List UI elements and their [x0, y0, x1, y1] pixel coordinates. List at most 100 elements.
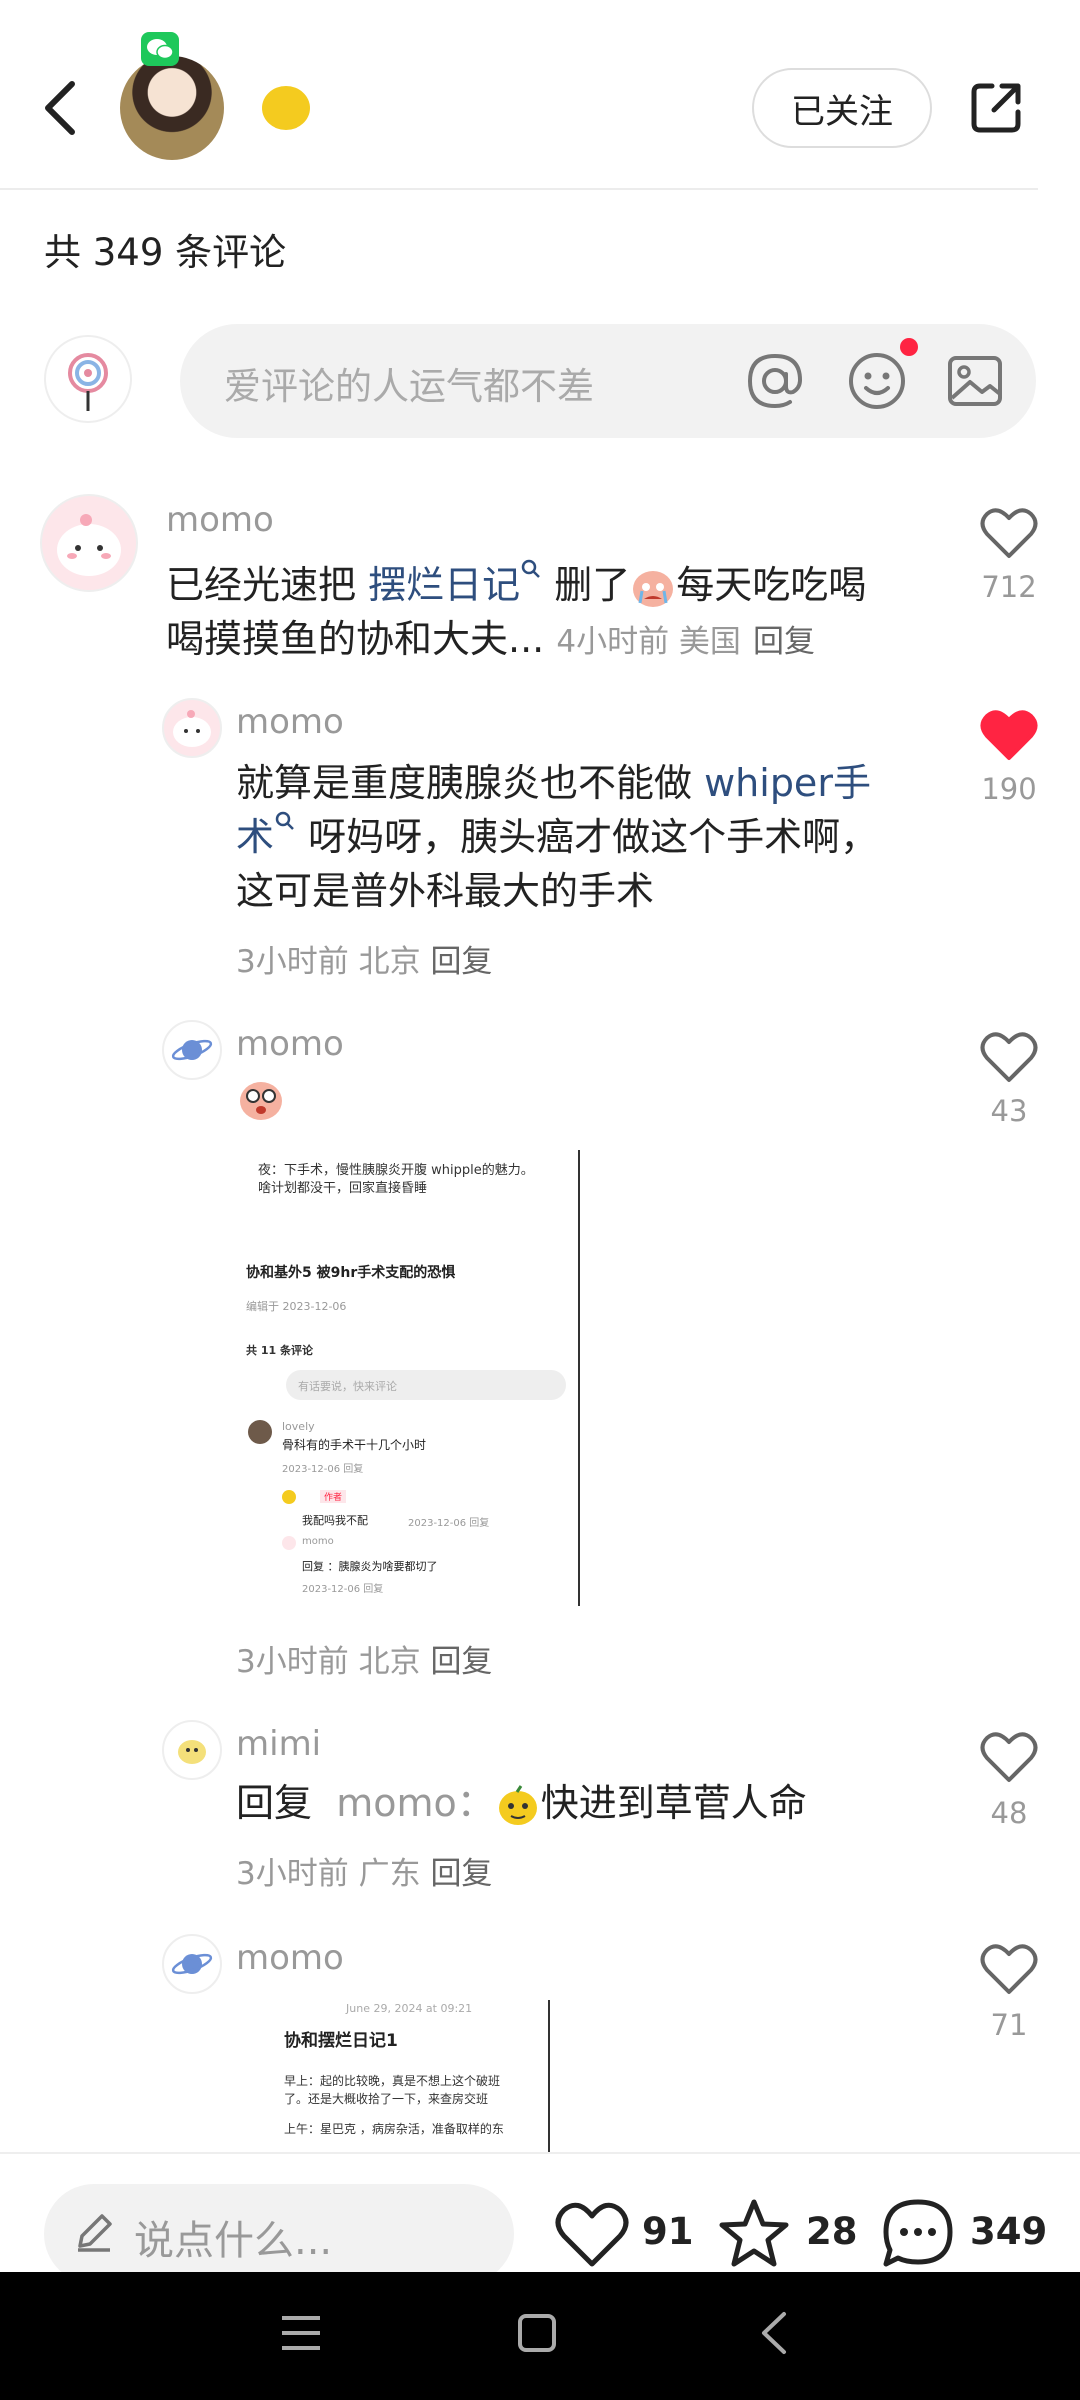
like-count: 43 — [990, 1094, 1028, 1128]
back-nav-icon[interactable] — [756, 2310, 792, 2356]
comment-username[interactable]: momo — [236, 1024, 344, 1064]
share-icon[interactable] — [968, 80, 1024, 136]
post-star-count: 28 — [806, 2210, 858, 2253]
like-count: 712 — [981, 570, 1037, 604]
comment-text-line: 就算是重度胰腺炎也不能做 whiper手 — [236, 756, 871, 810]
comment-bubble-icon[interactable] — [880, 2196, 956, 2272]
comment-username[interactable]: momo — [236, 702, 344, 742]
star-icon[interactable] — [716, 2196, 792, 2272]
comment-text-part: 就算是重度胰腺炎也不能做 — [236, 761, 705, 805]
screenshot-title: 协和摆烂日记1 — [284, 2031, 398, 2051]
screenshot-avatar — [282, 1490, 296, 1504]
comment-avatar[interactable] — [162, 1934, 222, 1994]
comment-username[interactable]: momo — [166, 500, 274, 540]
wechat-icon — [141, 32, 179, 66]
emoji-icon — [498, 1784, 537, 1825]
comment-avatar[interactable] — [40, 494, 138, 592]
screenshot-text: 回复 ：胰腺炎为啥要都切了 — [302, 1560, 438, 1573]
screenshot-line: 了。还是大概收拾了一下，来查房交班 — [284, 2092, 489, 2106]
comment-text-part: 删了 — [542, 563, 631, 607]
screenshot-title: 协和基外5 被9hr手术支配的恐惧 — [246, 1265, 456, 1281]
screenshot-meta: 2023-12-06 回复 — [408, 1518, 490, 1529]
screenshot-count: 共 11 条评论 — [246, 1344, 313, 1357]
post-like-count: 91 — [642, 2210, 694, 2253]
like-count: 190 — [981, 772, 1037, 806]
comment-meta: 3小时前 广东 回复 — [236, 1848, 492, 1893]
screenshot-author-tag: 作者 — [320, 1490, 347, 1503]
screenshot-meta: 2023-12-06 回复 — [302, 1584, 384, 1595]
search-icon — [275, 811, 294, 830]
comment-meta: 3小时前 北京 回复 — [236, 936, 492, 981]
image-icon[interactable] — [942, 348, 1008, 414]
heart-icon[interactable] — [980, 1030, 1038, 1084]
post-comment-count: 349 — [970, 2210, 1048, 2253]
search-icon — [521, 559, 540, 578]
home-icon[interactable] — [516, 2312, 558, 2354]
screenshot-user: momo — [302, 1536, 334, 1547]
reply-button[interactable]: 回复 — [430, 1856, 492, 1892]
comment-meta-text: 3小时前 北京 — [236, 1644, 421, 1680]
menu-icon[interactable] — [280, 2312, 322, 2354]
comment-meta: 4小时前 美国 — [556, 624, 741, 660]
like-post-icon[interactable] — [554, 2200, 630, 2270]
say-something-placeholder: 说点什么... — [134, 2218, 333, 2264]
screenshot-text: 我配吗我不配 — [302, 1514, 368, 1527]
crying-emoji-icon — [633, 570, 674, 607]
screenshot-line: 啥计划都没干，回家直接昏睡 — [258, 1181, 428, 1196]
screenshot-line: 夜：下手术，慢性胰腺炎开腹 whipple的魅力。 — [258, 1163, 534, 1178]
emoji-icon[interactable] — [844, 348, 910, 414]
comment-avatar[interactable] — [162, 1720, 222, 1780]
screenshot-avatar — [248, 1420, 272, 1444]
back-arrow-icon[interactable] — [38, 78, 86, 138]
screenshot-text: 夜：下手术，慢性胰腺炎开腹 whipple的魅力。 啥计划都没干，回家直接昏睡 — [258, 1162, 558, 1198]
reply-button[interactable]: 回复 — [753, 624, 815, 660]
screenshot-avatar — [282, 1536, 296, 1550]
comment-text-line: 这可是普外科最大的手术 — [236, 869, 655, 913]
like-count: 48 — [990, 1796, 1028, 1830]
reply-to-user[interactable]: momo： — [336, 1781, 495, 1825]
reply-button[interactable]: 回复 — [430, 1644, 492, 1680]
topic-link[interactable]: 术 — [236, 815, 274, 859]
comment-text-line: 喝摸摸鱼的协和大夫... 4小时前 美国 回复 — [166, 612, 815, 669]
notification-dot — [900, 338, 918, 356]
pencil-icon — [72, 2210, 116, 2254]
comment-username[interactable]: mimi — [236, 1724, 321, 1764]
reply-prefix: 回复 — [236, 1781, 313, 1825]
heart-icon[interactable] — [980, 1730, 1038, 1784]
topic-link[interactable]: whiper手 — [704, 761, 871, 805]
comment-screenshot-image[interactable]: June 29, 2024 at 09:21 协和摆烂日记1 早上：起的比较晚，… — [236, 2000, 550, 2152]
heart-filled-icon[interactable] — [980, 708, 1038, 762]
comment-text-part: 快进到草菅人命 — [540, 1781, 807, 1825]
heart-icon[interactable] — [980, 506, 1038, 560]
comment-meta: 3小时前 北京 回复 — [236, 1636, 492, 1681]
shocked-emoji-icon — [236, 1076, 286, 1122]
comment-screenshot-image[interactable]: 夜：下手术，慢性胰腺炎开腹 whipple的魅力。 啥计划都没干，回家直接昏睡 … — [236, 1150, 580, 1606]
comment-avatar[interactable] — [162, 1020, 222, 1080]
screenshot-line: 早上：起的比较晚，真是不想上这个破班 — [284, 2074, 501, 2088]
screenshot-text: 骨科有的手术干十几个小时 — [282, 1438, 427, 1452]
comment-text-line: 术 呀妈呀，胰头癌才做这个手术啊， — [236, 810, 878, 864]
comment-text-part: 喝摸摸鱼的协和大夫... — [166, 617, 545, 661]
comment-text-part: 每天吃吃喝 — [676, 563, 867, 607]
screenshot-line: 上午：星巴克 ，病房杂活，准备取样的东 — [284, 2122, 504, 2136]
my-avatar — [44, 335, 132, 423]
comment-username[interactable]: momo — [236, 1938, 344, 1978]
comment-text-part: 已经光速把 — [166, 563, 369, 607]
header-divider — [0, 188, 1038, 190]
comment-avatar[interactable] — [162, 698, 222, 758]
author-avatar[interactable] — [120, 56, 224, 160]
like-count: 71 — [990, 2008, 1028, 2042]
screenshot-user: lovely — [282, 1420, 315, 1433]
at-mention-icon[interactable] — [742, 348, 808, 414]
heart-icon[interactable] — [980, 1942, 1038, 1996]
comment-meta-text: 3小时前 广东 — [236, 1856, 421, 1892]
follow-button[interactable]: 已关注 — [752, 68, 932, 148]
topic-link[interactable]: 摆烂日记 — [368, 563, 520, 607]
comment-input-placeholder: 爱评论的人运气都不差 — [224, 365, 594, 408]
reply-button[interactable]: 回复 — [430, 944, 492, 980]
screenshot-edited: 编辑于 2023-12-06 — [246, 1300, 347, 1313]
comment-count-title: 共 349 条评论 — [44, 231, 287, 274]
screenshot-date: June 29, 2024 at 09:21 — [346, 2002, 473, 2015]
screenshot-meta: 2023-12-06 回复 — [282, 1464, 364, 1475]
lemon-icon — [262, 86, 310, 130]
